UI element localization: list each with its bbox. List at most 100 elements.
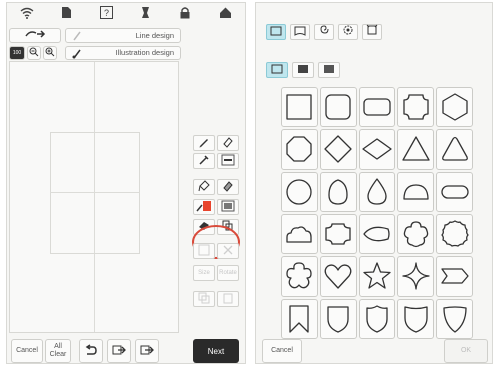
zoom-level-button[interactable]: 100	[9, 46, 25, 60]
filled-square-alt-icon	[323, 61, 335, 79]
dropper-icon	[198, 154, 210, 168]
scissors-icon	[222, 244, 234, 258]
shape-cancel-button[interactable]: Cancel	[262, 339, 302, 363]
dome-icon	[403, 184, 429, 200]
next-label: Next	[207, 346, 225, 356]
bobbin-icon[interactable]	[54, 6, 78, 22]
shape-heart[interactable]	[319, 256, 357, 297]
category-square-shapes[interactable]	[266, 24, 286, 40]
shape-drop[interactable]	[358, 171, 396, 212]
select-box-icon	[198, 244, 210, 258]
shape-wide-diamond[interactable]	[358, 129, 396, 170]
shape-rounded-square[interactable]	[319, 87, 357, 128]
shape-star[interactable]	[358, 256, 396, 297]
shape-badge-shield[interactable]	[397, 298, 435, 339]
shape-octagon[interactable]	[281, 129, 318, 170]
shape-pointed-shield[interactable]	[436, 298, 473, 339]
paste-button[interactable]	[217, 291, 239, 307]
fill-type-icon	[221, 200, 235, 214]
shape-cut-corner-square[interactable]	[397, 87, 435, 128]
svg-text:?: ?	[104, 8, 109, 18]
undo-icon	[84, 343, 98, 359]
fill-option-filled[interactable]	[292, 62, 314, 78]
brush-icon	[198, 180, 210, 194]
shape-hexagon[interactable]	[436, 87, 473, 128]
size-label: Size	[198, 270, 210, 276]
shape-square[interactable]	[281, 87, 318, 128]
ticket-icon	[325, 223, 351, 245]
zoom-level-label: 100	[12, 50, 22, 56]
thread-icon[interactable]	[134, 6, 158, 22]
line-design-label: Line design	[135, 30, 174, 40]
shape-four-point-star[interactable]	[397, 256, 435, 297]
embroidery-area-guide	[50, 132, 140, 254]
zoom-out-button[interactable]	[27, 46, 41, 60]
line-type-button[interactable]	[217, 153, 239, 169]
category-stamp-shapes[interactable]	[290, 24, 310, 40]
shape-egg[interactable]	[319, 171, 357, 212]
fill-option-filled-alt[interactable]	[318, 62, 340, 78]
line-design-button[interactable]: Line design	[65, 28, 181, 43]
crest-shield-icon	[366, 305, 388, 333]
shape-scallop-flower[interactable]	[397, 213, 435, 255]
rounded-square-icon	[325, 94, 351, 120]
category-spiral[interactable]	[314, 24, 334, 40]
shape-diamond[interactable]	[319, 129, 357, 170]
cut-button[interactable]	[217, 243, 239, 259]
size-button[interactable]: Size	[193, 265, 215, 281]
lock-icon[interactable]	[173, 6, 197, 22]
top-bar: ?	[7, 3, 245, 25]
shape-crest-shield[interactable]	[358, 298, 396, 339]
shape-arrow-tag[interactable]	[436, 256, 473, 297]
fill-eraser-button[interactable]	[217, 179, 239, 195]
category-flower[interactable]	[338, 24, 358, 40]
zoom-in-button[interactable]	[43, 46, 57, 60]
shape-pill[interactable]	[436, 171, 473, 212]
rotate-button[interactable]: Rotate	[217, 265, 239, 281]
fill-type-button[interactable]	[217, 199, 239, 215]
shape-rounded-rectangle[interactable]	[358, 87, 396, 128]
step-forward-button[interactable]	[135, 339, 159, 363]
shape-ticket[interactable]	[319, 213, 357, 255]
fill-color-button[interactable]	[193, 199, 215, 215]
design-canvas[interactable]	[9, 61, 179, 333]
leaf-icon	[363, 226, 390, 242]
line-color-button[interactable]	[193, 135, 215, 151]
category-frame[interactable]	[362, 24, 382, 40]
next-button[interactable]: Next	[193, 339, 239, 363]
switch-mode-button[interactable]	[9, 28, 61, 43]
frame-icon	[366, 23, 378, 41]
shape-triangle[interactable]	[397, 129, 435, 170]
cancel-button[interactable]: Cancel	[11, 339, 43, 363]
line-dropper-button[interactable]	[193, 153, 215, 169]
cancel-label: Cancel	[16, 347, 38, 354]
duplicate-button[interactable]	[193, 291, 215, 307]
home-icon[interactable]	[213, 6, 237, 22]
shape-scallop-circle[interactable]	[436, 213, 473, 255]
fill-option-outline[interactable]	[266, 62, 288, 78]
illustration-design-button[interactable]: Illustration design	[65, 46, 181, 60]
help-icon[interactable]: ?	[94, 6, 118, 22]
egg-icon	[328, 179, 348, 205]
select-area-button[interactable]	[193, 243, 215, 259]
shape-leaf[interactable]	[358, 213, 396, 255]
shape-shield[interactable]	[319, 298, 357, 339]
wifi-icon[interactable]	[15, 7, 39, 22]
fill-eraser-icon	[222, 180, 234, 194]
badge-shield-icon	[404, 306, 428, 333]
circle-icon	[286, 179, 313, 205]
line-eraser-button[interactable]	[217, 135, 239, 151]
shape-bookmark[interactable]	[281, 298, 318, 339]
fill-tool-button[interactable]	[193, 179, 215, 195]
shape-rounded-triangle[interactable]	[436, 129, 473, 170]
clipboard-icon	[222, 292, 234, 306]
shape-ok-button[interactable]: OK	[444, 339, 488, 363]
shape-dome[interactable]	[397, 171, 435, 212]
shape-flower[interactable]	[281, 256, 318, 297]
pill-icon	[440, 185, 469, 199]
undo-button[interactable]	[79, 339, 103, 363]
all-clear-button[interactable]: All Clear	[45, 339, 71, 363]
shape-circle[interactable]	[281, 171, 318, 212]
step-back-button[interactable]	[107, 339, 131, 363]
shape-cloud[interactable]	[281, 213, 318, 255]
